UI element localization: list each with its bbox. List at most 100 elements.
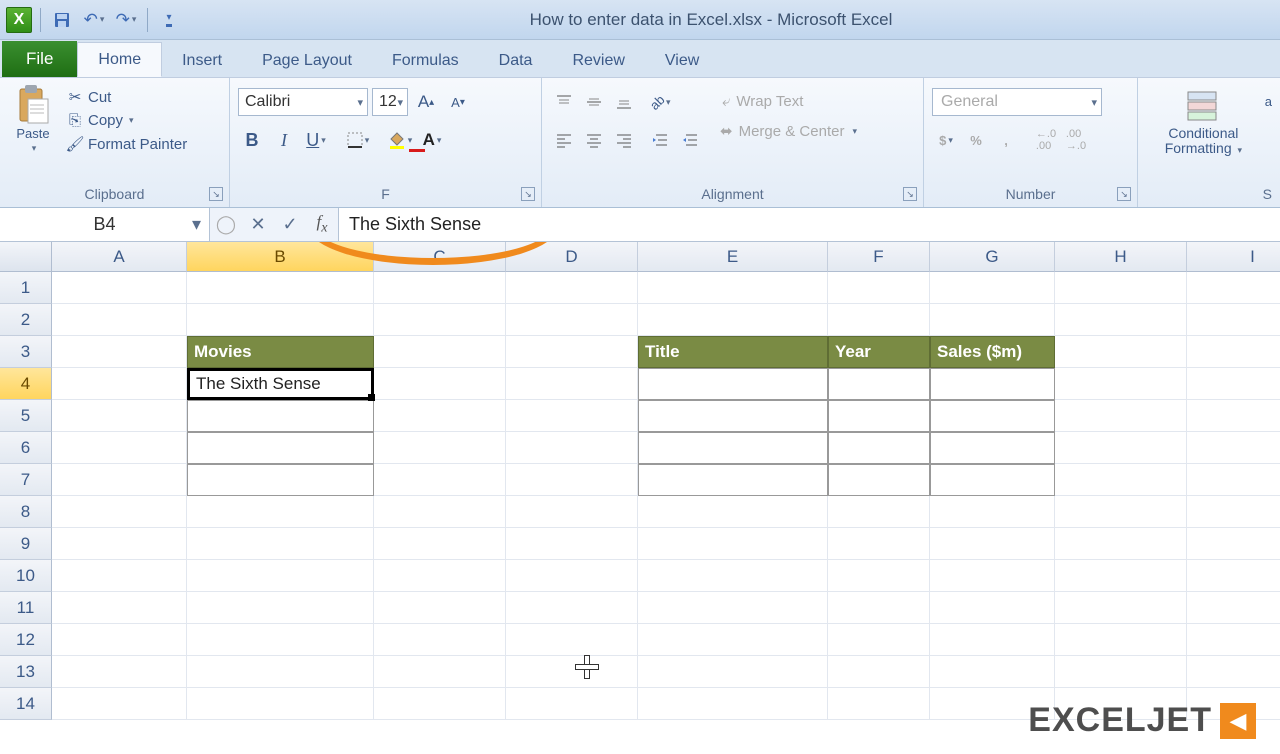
row-header[interactable]: 13 bbox=[0, 656, 52, 688]
borders-button[interactable]: ▾ bbox=[344, 126, 372, 154]
row-header[interactable]: 12 bbox=[0, 624, 52, 656]
row-header[interactable]: 9 bbox=[0, 528, 52, 560]
increase-indent-icon[interactable] bbox=[676, 126, 704, 154]
row-header[interactable]: 10 bbox=[0, 560, 52, 592]
column-header[interactable]: D bbox=[506, 242, 638, 272]
align-bottom-icon[interactable] bbox=[610, 88, 638, 116]
cell[interactable] bbox=[930, 464, 1055, 496]
spreadsheet-grid[interactable]: ABCDEFGHI 1234567891011121314 MoviesThe … bbox=[0, 242, 1280, 754]
cell[interactable]: Title bbox=[638, 336, 828, 368]
enter-icon[interactable]: ✓ bbox=[274, 208, 306, 242]
styles-more: a bbox=[1265, 84, 1272, 109]
align-middle-icon[interactable] bbox=[580, 88, 608, 116]
row-header[interactable]: 3 bbox=[0, 336, 52, 368]
cell[interactable]: The Sixth Sense bbox=[187, 368, 374, 400]
tab-home[interactable]: Home bbox=[77, 42, 162, 77]
row-header[interactable]: 5 bbox=[0, 400, 52, 432]
fx-icon[interactable]: fx bbox=[306, 208, 338, 242]
decrease-font-icon[interactable]: A▾ bbox=[444, 88, 472, 116]
tab-page-layout[interactable]: Page Layout bbox=[242, 44, 372, 77]
row-header[interactable]: 6 bbox=[0, 432, 52, 464]
column-header[interactable]: C bbox=[374, 242, 506, 272]
cell[interactable]: Sales ($m) bbox=[930, 336, 1055, 368]
formula-input[interactable]: The Sixth Sense bbox=[339, 208, 1280, 241]
paste-button[interactable]: Paste ▾ bbox=[8, 84, 58, 156]
undo-icon[interactable]: ↶▾ bbox=[81, 7, 107, 33]
redo-icon[interactable]: ↷▾ bbox=[113, 7, 139, 33]
cell[interactable] bbox=[638, 400, 828, 432]
copy-button[interactable]: ⎘Copy▾ bbox=[62, 110, 191, 131]
merge-center-button[interactable]: ⬌Merge & Center▾ bbox=[714, 119, 863, 143]
font-size-select[interactable]: 12 bbox=[372, 88, 408, 116]
number-format-select[interactable]: General bbox=[932, 88, 1102, 116]
font-dialog-launcher[interactable]: ↘ bbox=[521, 187, 535, 201]
alignment-dialog-launcher[interactable]: ↘ bbox=[903, 187, 917, 201]
column-header[interactable]: H bbox=[1055, 242, 1187, 272]
cell[interactable] bbox=[828, 464, 930, 496]
tab-file[interactable]: File bbox=[2, 41, 77, 77]
cell[interactable] bbox=[638, 464, 828, 496]
increase-font-icon[interactable]: A▴ bbox=[412, 88, 440, 116]
comma-icon[interactable]: , bbox=[992, 126, 1020, 154]
row-header[interactable]: 1 bbox=[0, 272, 52, 304]
row-header[interactable]: 8 bbox=[0, 496, 52, 528]
column-header[interactable]: I bbox=[1187, 242, 1280, 272]
cancel-icon[interactable]: ✕ bbox=[242, 208, 274, 242]
underline-button[interactable]: U▾ bbox=[302, 126, 330, 154]
align-center-icon[interactable] bbox=[580, 126, 608, 154]
cut-button[interactable]: ✂Cut bbox=[62, 86, 191, 108]
cell[interactable] bbox=[930, 400, 1055, 432]
row-header[interactable]: 7 bbox=[0, 464, 52, 496]
tab-view[interactable]: View bbox=[645, 44, 719, 77]
align-right-icon[interactable] bbox=[610, 126, 638, 154]
name-box[interactable]: B4 bbox=[0, 208, 210, 241]
tab-formulas[interactable]: Formulas bbox=[372, 44, 479, 77]
customize-qat-icon[interactable]: ▾ bbox=[156, 7, 182, 33]
cell[interactable] bbox=[930, 432, 1055, 464]
wrap-text-button[interactable]: ⤶Wrap Text bbox=[714, 90, 863, 113]
bold-button[interactable]: B bbox=[238, 126, 266, 154]
cell[interactable] bbox=[187, 464, 374, 496]
align-left-icon[interactable] bbox=[550, 126, 578, 154]
column-header[interactable]: G bbox=[930, 242, 1055, 272]
percent-icon[interactable]: % bbox=[962, 126, 990, 154]
formula-circle-icon[interactable]: ◯ bbox=[210, 208, 242, 242]
column-header[interactable]: F bbox=[828, 242, 930, 272]
font-name-select[interactable]: Calibri bbox=[238, 88, 368, 116]
orientation-icon[interactable]: ab▾ bbox=[646, 88, 674, 116]
increase-decimal-icon[interactable]: ←.0.00 bbox=[1032, 126, 1060, 154]
cell[interactable]: Movies bbox=[187, 336, 374, 368]
select-all-corner[interactable] bbox=[0, 242, 52, 272]
tab-insert[interactable]: Insert bbox=[162, 44, 242, 77]
italic-button[interactable]: I bbox=[270, 126, 298, 154]
cell[interactable] bbox=[828, 432, 930, 464]
decrease-decimal-icon[interactable]: .00→.0 bbox=[1062, 126, 1090, 154]
align-top-icon[interactable] bbox=[550, 88, 578, 116]
row-header[interactable]: 2 bbox=[0, 304, 52, 336]
cell[interactable] bbox=[930, 368, 1055, 400]
row-header[interactable]: 11 bbox=[0, 592, 52, 624]
cell[interactable] bbox=[638, 368, 828, 400]
cell[interactable] bbox=[828, 368, 930, 400]
font-color-button[interactable]: A▾ bbox=[418, 126, 446, 154]
cell[interactable] bbox=[828, 400, 930, 432]
number-dialog-launcher[interactable]: ↘ bbox=[1117, 187, 1131, 201]
cell[interactable] bbox=[187, 400, 374, 432]
alignment-group-label: Alignment↘ bbox=[542, 183, 923, 207]
row-header[interactable]: 4 bbox=[0, 368, 52, 400]
save-icon[interactable] bbox=[49, 7, 75, 33]
tab-review[interactable]: Review bbox=[552, 44, 644, 77]
column-header[interactable]: B bbox=[187, 242, 374, 272]
currency-icon[interactable]: $▾ bbox=[932, 126, 960, 154]
cell[interactable]: Year bbox=[828, 336, 930, 368]
format-painter-button[interactable]: 🖌Format Painter bbox=[62, 133, 191, 155]
decrease-indent-icon[interactable] bbox=[646, 126, 674, 154]
tab-data[interactable]: Data bbox=[479, 44, 553, 77]
column-header[interactable]: A bbox=[52, 242, 187, 272]
conditional-formatting-button[interactable]: Conditional Formatting ▾ bbox=[1146, 84, 1261, 159]
clipboard-dialog-launcher[interactable]: ↘ bbox=[209, 187, 223, 201]
cell[interactable] bbox=[638, 432, 828, 464]
cell[interactable] bbox=[187, 432, 374, 464]
row-header[interactable]: 14 bbox=[0, 688, 52, 720]
column-header[interactable]: E bbox=[638, 242, 828, 272]
